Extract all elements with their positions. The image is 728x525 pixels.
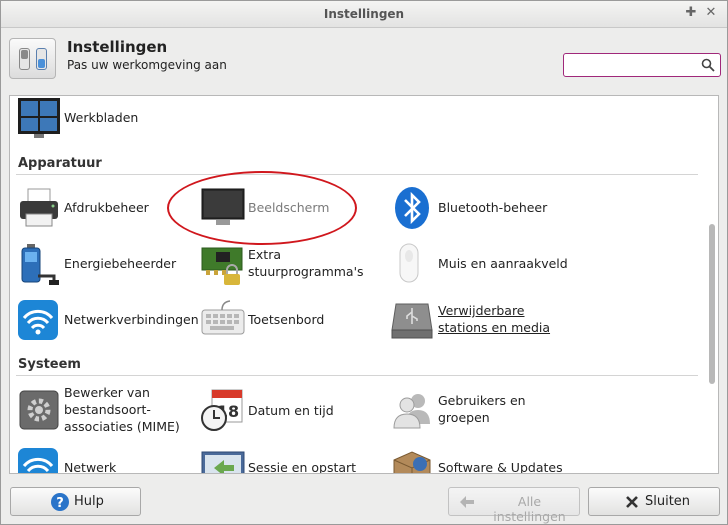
session-startup-icon [201,451,245,473]
printer-icon [20,188,58,227]
item-beeldscherm[interactable]: Beeldscherm [200,184,378,232]
item-label: Netwerkverbindingen [64,312,199,327]
search-icon[interactable] [701,58,715,72]
settings-list: Werkbladen Apparatuur Afdrukbeheer Beeld… [9,95,719,474]
arrow-left-icon [460,496,474,508]
section-systeem: Systeem [18,357,81,372]
item-extra-stuurprogrammas[interactable]: Extra stuurprogramma's [200,240,378,288]
close-button[interactable]: Sluiten [588,487,720,516]
settings-window: Instellingen ✚ ✕ Instellingen Pas uw wer… [0,0,728,525]
item-gebruikers[interactable]: Gebruikers en groepen [390,386,568,434]
title-bar: Instellingen ✚ ✕ [1,1,727,28]
software-box-icon [393,451,431,473]
search-box[interactable] [563,53,721,77]
users-icon [393,394,430,429]
item-energiebeheerder[interactable]: Energiebeheerder [16,240,194,288]
calendar-clock-icon: 18 [201,389,243,431]
item-label: Gebruikers en groepen [438,393,526,425]
close-button-label: Sluiten [645,494,691,509]
keyboard-icon [201,300,245,335]
page-subtitle: Pas uw werkomgeving aan [67,58,227,72]
item-label: Software & Updates [438,460,563,474]
item-label: Verwijderbare stations en media [438,303,551,335]
scrollbar[interactable] [707,96,717,473]
wifi-icon [18,300,58,340]
driver-chip-icon [201,247,243,285]
item-software-updates[interactable]: Software & Updates [390,444,568,474]
item-label: Afdrukbeheer [64,200,149,215]
network-wifi-icon [18,448,58,473]
divider [16,174,698,175]
close-window-icon[interactable]: ✕ [703,5,719,21]
battery-icon [21,244,59,285]
item-label: Extra stuurprogramma's [248,247,364,279]
mouse-icon [399,243,419,283]
item-werkbladen[interactable]: Werkbladen [16,96,194,142]
help-button[interactable]: ? Hulp [10,487,141,516]
item-afdrukbeheer[interactable]: Afdrukbeheer [16,184,194,232]
item-bluetooth[interactable]: Bluetooth-beheer [390,184,568,232]
close-icon [626,496,638,508]
item-label: Muis en aanraakveld [438,256,568,271]
item-label: Bluetooth-beheer [438,200,548,215]
help-button-label: Hulp [74,494,104,509]
all-settings-button[interactable]: Alle instellingen [448,487,580,524]
item-label: Sessie en opstart [248,460,357,474]
item-muis[interactable]: Muis en aanraakveld [390,240,568,288]
svg-text:?: ? [56,496,64,511]
help-icon: ? [51,493,69,511]
item-label: Netwerk [64,460,117,474]
item-label: Beeldscherm [248,200,330,215]
maximize-icon[interactable]: ✚ [683,5,699,21]
item-label: Energiebeheerder [64,256,177,271]
item-toetsenbord[interactable]: Toetsenbord [200,296,378,344]
item-verwijderbare-media[interactable]: Verwijderbare stations en media [390,296,568,344]
search-input[interactable] [568,56,694,74]
scrollbar-thumb[interactable] [709,224,715,384]
item-netwerkverbindingen[interactable]: Netwerkverbindingen [16,296,199,344]
item-label: Werkbladen [64,110,139,125]
usb-drive-icon [391,303,433,339]
item-label: Toetsenbord [248,312,325,327]
monitor-icon [201,188,245,225]
item-datum-en-tijd[interactable]: 18 Datum en tijd [200,386,378,434]
item-sessie[interactable]: Sessie en opstart [200,444,378,474]
bluetooth-icon [395,187,429,229]
item-label: Bewerker van bestandsoort-associaties (MI… [64,385,180,434]
page-title: Instellingen [67,38,168,56]
item-label: Datum en tijd [248,403,334,418]
divider [16,375,698,376]
workspaces-icon [18,98,60,138]
header: Instellingen Pas uw werkomgeving aan [1,29,727,89]
window-title: Instellingen [323,7,405,21]
settings-app-icon [9,38,56,79]
item-mime[interactable]: Bewerker van bestandsoort-associaties (MI… [16,385,194,434]
all-settings-button-label: Alle instellingen [493,494,566,524]
item-netwerk[interactable]: Netwerk [16,444,194,474]
section-apparatuur: Apparatuur [18,156,102,171]
mime-gear-icon [19,390,59,430]
